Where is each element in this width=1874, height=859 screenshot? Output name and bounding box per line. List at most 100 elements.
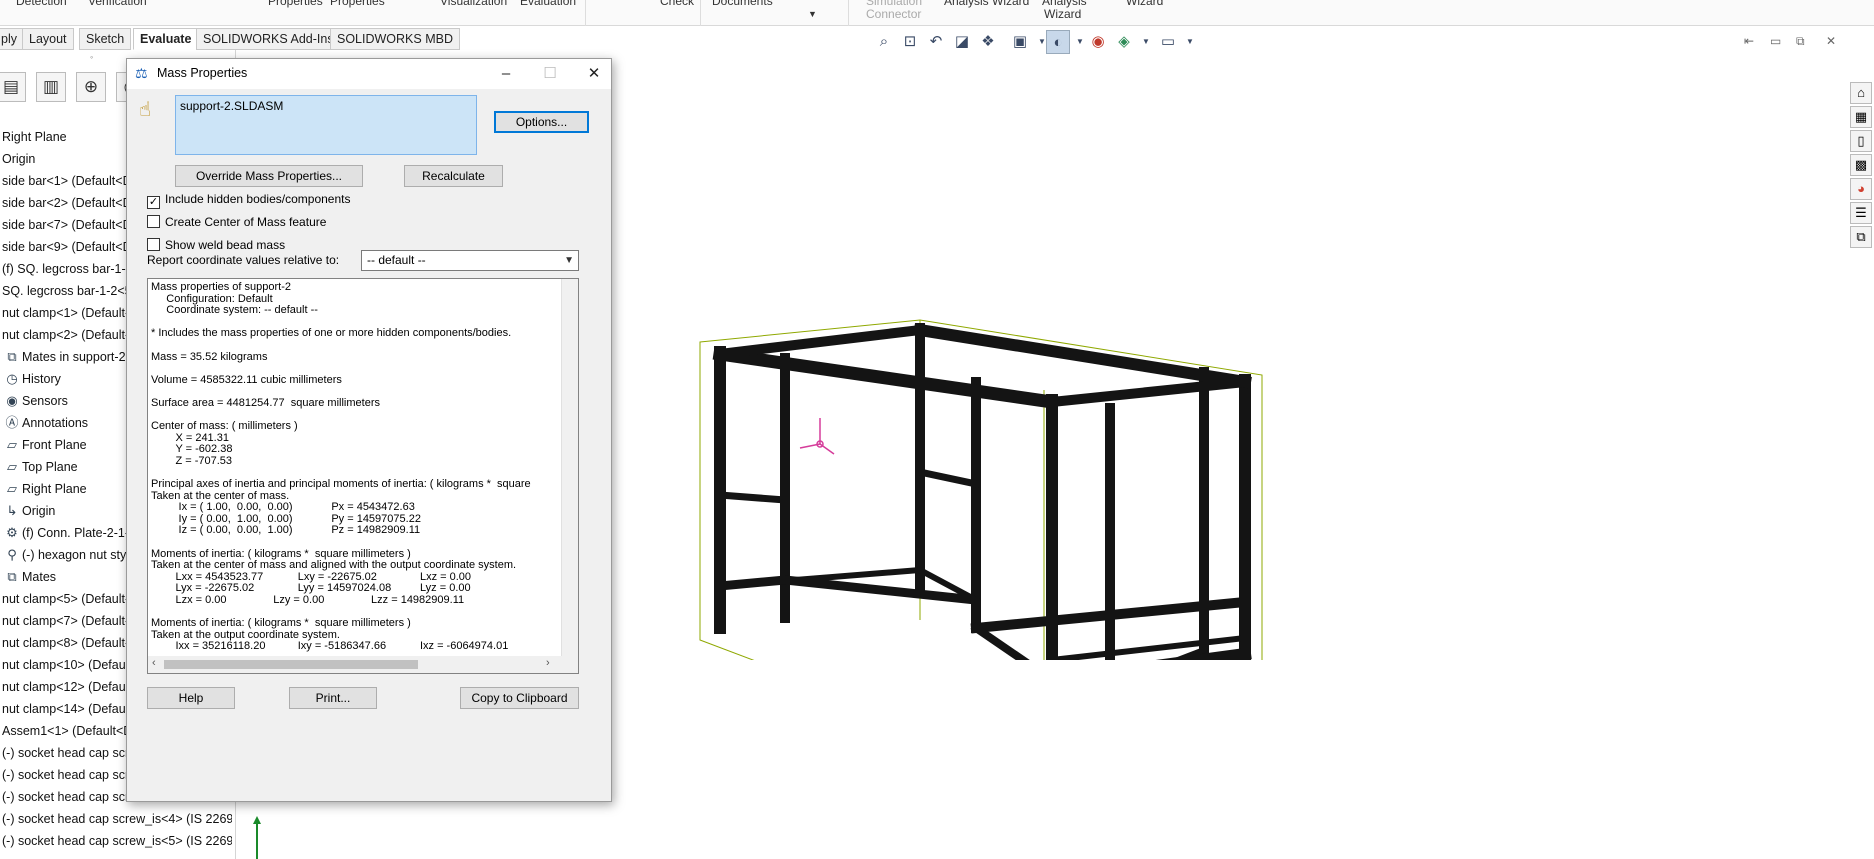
include-hidden-checkbox[interactable]: ✓ Include hidden bodies/components <box>147 191 351 209</box>
print-button[interactable]: Print... <box>289 687 377 709</box>
tile-icon[interactable]: ⇤ <box>1744 34 1754 48</box>
tab-assembly[interactable]: ply <box>0 28 24 50</box>
edit-appearance-icon[interactable]: ◈ <box>1112 30 1136 54</box>
plane-icon: ▱ <box>7 459 17 474</box>
weld-bead-checkbox[interactable]: Show weld bead mass <box>147 237 285 253</box>
ribbon-label[interactable]: Analysis Wizard <box>944 0 1029 8</box>
coordinate-system-select[interactable]: -- default -- ▼ <box>361 250 579 271</box>
close-icon[interactable]: ✕ <box>1826 34 1836 48</box>
chevron-down-icon[interactable]: ▼ <box>1178 30 1202 54</box>
appearances-icon[interactable]: ◕ <box>1850 178 1872 200</box>
help-button[interactable]: Help <box>147 687 235 709</box>
tree-item-label: Front Plane <box>22 438 87 452</box>
ribbon-label[interactable]: Properties <box>268 0 323 8</box>
configuration-manager-icon[interactable]: ⊕ <box>76 72 106 102</box>
sensor-icon: ◉ <box>6 393 18 408</box>
center-of-mass-checkbox[interactable]: Create Center of Mass feature <box>147 214 326 230</box>
zoom-to-area-icon[interactable]: ⊡ <box>898 30 922 54</box>
tree-item-label: Origin <box>22 504 56 518</box>
feature-tree-icon[interactable]: ▤ <box>0 72 26 102</box>
horizontal-scrollbar[interactable]: ‹ › <box>148 656 578 673</box>
ribbon-label[interactable]: Verification <box>88 0 147 8</box>
ribbon-label[interactable]: Documents <box>712 0 773 8</box>
selected-items-list[interactable]: support-2.SLDASM <box>175 95 477 155</box>
view-settings-icon[interactable]: ▭ <box>1156 30 1180 54</box>
tree-item-label: Right Plane <box>22 482 87 496</box>
checkbox-checked-icon[interactable]: ✓ <box>147 196 160 209</box>
maximize-icon: ☐ <box>543 65 557 82</box>
tab-layout[interactable]: Layout <box>22 28 74 50</box>
custom-properties-icon[interactable]: ☰ <box>1850 202 1872 224</box>
tree-item[interactable]: (-) socket head cap screw_is<5> (IS 2269… <box>2 830 232 852</box>
options-button[interactable]: Options... <box>494 111 589 133</box>
plane-icon: ▱ <box>7 481 17 496</box>
ribbon-separator <box>585 0 586 26</box>
checkbox-label: Include hidden bodies/components <box>165 192 351 206</box>
toolbox-part-icon: ⚲ <box>7 547 17 562</box>
tab-mbd[interactable]: SOLIDWORKS MBD <box>330 28 460 50</box>
ribbon-label[interactable]: Visualization <box>440 0 507 8</box>
checkbox-icon[interactable] <box>147 238 160 251</box>
checkbox-label: Create Center of Mass feature <box>165 215 327 229</box>
property-manager-icon[interactable]: ▥ <box>36 72 66 102</box>
mates-icon: ⧉ <box>7 569 17 584</box>
design-library-icon[interactable]: ▦ <box>1850 106 1872 128</box>
selected-item[interactable]: support-2.SLDASM <box>180 99 283 113</box>
view-palette-icon[interactable]: ▩ <box>1850 154 1872 176</box>
chevron-down-icon[interactable]: ▼ <box>1134 30 1158 54</box>
model-viewport[interactable] <box>640 240 1280 660</box>
forum-icon[interactable]: ⧉ <box>1850 226 1872 248</box>
annotation-icon: Ⓐ <box>5 415 19 430</box>
ribbon-label[interactable]: Check <box>660 0 694 8</box>
dynamic-annotation-icon[interactable]: ❖ <box>976 30 1000 54</box>
tree-item-label: Mates in support-2 <box>22 350 126 364</box>
ribbon-label[interactable]: Properties <box>330 0 385 8</box>
ribbon-label[interactable]: Detection <box>16 0 67 8</box>
zoom-to-fit-icon[interactable]: ⌕ <box>872 30 896 54</box>
file-explorer-icon[interactable]: ▯ <box>1850 130 1872 152</box>
section-view-icon[interactable]: ◪ <box>950 30 974 54</box>
tab-addins[interactable]: SOLIDWORKS Add-Ins <box>196 28 341 50</box>
center-of-mass-triad <box>799 418 835 455</box>
mass-properties-icon: ⚖ <box>135 65 148 81</box>
ribbon-label[interactable]: Evaluation <box>520 0 576 8</box>
view-orientation-icon[interactable]: ▣ <box>1008 30 1032 54</box>
scroll-left-icon[interactable]: ‹ <box>152 657 156 669</box>
minimize-icon[interactable]: – <box>491 63 521 85</box>
scroll-right-icon[interactable]: › <box>546 657 550 669</box>
tab-evaluate[interactable]: Evaluate <box>133 28 199 50</box>
results-textbox[interactable]: Mass properties of support-2 Configurati… <box>147 278 579 674</box>
copy-to-clipboard-button[interactable]: Copy to Clipboard <box>460 687 579 709</box>
previous-view-icon[interactable]: ↶ <box>924 30 948 54</box>
tree-item-label: (-) hexagon nut styl <box>22 548 129 562</box>
results-text: Mass properties of support-2 Configurati… <box>151 282 531 652</box>
override-mass-properties-button[interactable]: Override Mass Properties... <box>175 165 363 187</box>
tree-item-label: Mates <box>22 570 57 584</box>
tree-item-label: Sensors <box>22 394 68 408</box>
restore-icon[interactable]: ⧉ <box>1796 34 1805 49</box>
dialog-titlebar[interactable]: ⚖ Mass Properties – ☐ ✕ <box>127 59 611 89</box>
tree-item-label: History <box>22 372 61 386</box>
coordinate-system-label: Report coordinate values relative to: <box>147 253 340 267</box>
tree-item-label: Annotations <box>22 416 89 430</box>
home-icon[interactable]: ⌂ <box>1850 82 1872 104</box>
ribbon-label[interactable]: Wizard <box>1126 0 1163 8</box>
tab-sketch[interactable]: Sketch <box>79 28 132 50</box>
ribbon-label: Connector <box>866 7 922 21</box>
minimize-icon[interactable]: ▭ <box>1770 34 1781 48</box>
recalculate-button[interactable]: Recalculate <box>404 165 503 187</box>
scrollbar-thumb[interactable] <box>164 660 418 669</box>
dropdown-arrow-icon[interactable]: ▼ <box>808 8 817 21</box>
hide-show-items-icon[interactable]: ◉ <box>1086 30 1110 54</box>
chevron-down-icon[interactable]: ▼ <box>564 251 574 270</box>
panel-grip-icon[interactable]: ◦ <box>90 52 93 62</box>
close-icon[interactable]: ✕ <box>579 63 609 85</box>
vertical-scrollbar[interactable] <box>561 279 578 657</box>
tree-item[interactable]: (-) socket head cap screw_is<4> (IS 2269… <box>2 808 232 830</box>
display-style-icon[interactable]: ◐ <box>1046 30 1070 54</box>
ribbon-separator <box>848 0 849 26</box>
part-icon: ⚙ <box>6 525 18 540</box>
checkbox-icon[interactable] <box>147 215 160 228</box>
ribbon-label[interactable]: Wizard <box>1044 8 1081 21</box>
command-tabs: ply Layout Sketch Evaluate SOLIDWORKS Ad… <box>0 28 460 50</box>
